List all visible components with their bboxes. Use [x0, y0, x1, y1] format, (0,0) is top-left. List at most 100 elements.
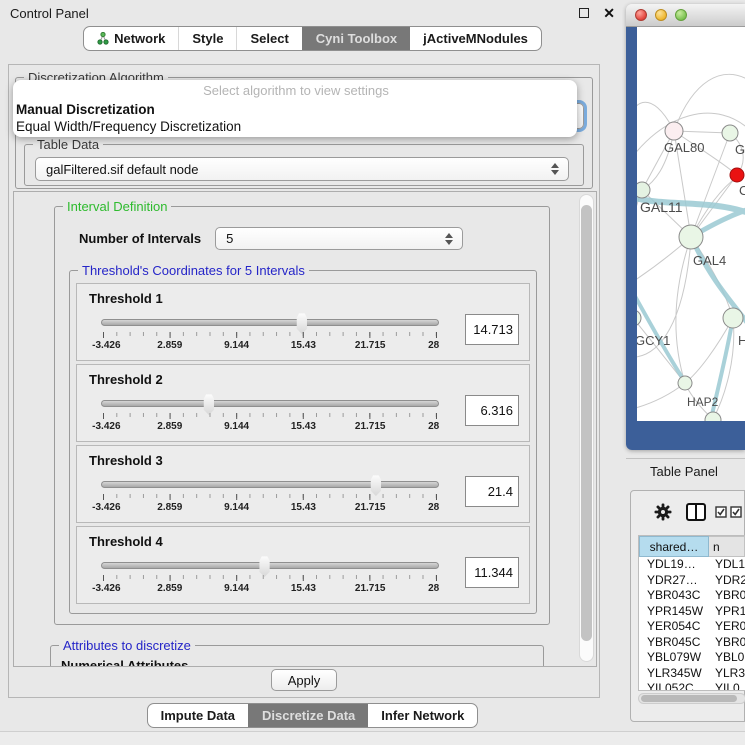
- node-gal80: [665, 122, 683, 140]
- cell[interactable]: YIL052C: [639, 681, 709, 691]
- threshold-4-slider[interactable]: -3.426 2.859 9.144 15.43 21.715 28: [101, 553, 449, 597]
- tab-discretize-data[interactable]: Discretize Data: [248, 704, 368, 727]
- cell[interactable]: YDL1: [709, 557, 745, 573]
- tick-label: 15.43: [291, 340, 316, 351]
- table-row[interactable]: YBR045C YBR0: [639, 635, 745, 651]
- cell[interactable]: YER054C: [639, 619, 709, 635]
- slider-track[interactable]: [101, 481, 439, 488]
- menu-item-equal-width-frequency[interactable]: Equal Width/Frequency Discretization: [15, 118, 577, 135]
- threshold-1-slider[interactable]: -3.426 2.859 9.144 15.43 21.715 28: [101, 310, 449, 354]
- menu-item-manual-discretization[interactable]: Manual Discretization: [15, 101, 577, 118]
- tick-label: 28: [428, 583, 439, 594]
- panel-title: Control Panel: [10, 6, 89, 21]
- tab-select-label: Select: [250, 31, 288, 46]
- cell[interactable]: YBL079W: [639, 650, 709, 666]
- threshold-3-slider[interactable]: -3.426 2.859 9.144 15.43 21.715 28: [101, 472, 449, 516]
- vertical-scrollbar-thumb[interactable]: [581, 205, 592, 641]
- tick-label: 2.859: [157, 583, 182, 594]
- slider-track[interactable]: [101, 319, 439, 326]
- threshold-3-value-field[interactable]: 21.4: [465, 476, 519, 507]
- gear-icon[interactable]: [654, 503, 672, 521]
- column-header-shared-name[interactable]: shared…: [639, 536, 709, 557]
- network-window-frame: GAL80 G GAL11 C GAL4 GCY1 H HAP2: [626, 27, 745, 450]
- table-row[interactable]: YBR043C YBR0: [639, 588, 745, 604]
- table-data-combobox[interactable]: galFiltered.sif default node: [35, 157, 569, 181]
- tick-label: 9.144: [224, 340, 249, 351]
- horizontal-scrollbar-thumb[interactable]: [641, 695, 737, 702]
- number-of-intervals-spinner[interactable]: 5: [215, 227, 463, 250]
- cell[interactable]: YDR27…: [639, 573, 709, 589]
- table-row[interactable]: YER054C YER0: [639, 619, 745, 635]
- column-header-name[interactable]: n: [709, 536, 745, 557]
- table-panel-titlebar: Table Panel: [626, 458, 745, 483]
- tick-label: 2.859: [157, 421, 182, 432]
- control-panel-window: Control Panel ✕ Network Style Select: [0, 0, 625, 745]
- network-canvas[interactable]: GAL80 G GAL11 C GAL4 GCY1 H HAP2: [637, 27, 745, 421]
- tab-style[interactable]: Style: [178, 27, 236, 50]
- tab-cyni-toolbox[interactable]: Cyni Toolbox: [302, 27, 410, 50]
- tab-select[interactable]: Select: [236, 27, 301, 50]
- threshold-4-value-field[interactable]: 11.344: [465, 557, 519, 588]
- checkbox-checked-icon[interactable]: [715, 506, 728, 518]
- close-traffic-light-icon[interactable]: [635, 9, 647, 21]
- cell[interactable]: YBR0: [709, 588, 745, 604]
- checkbox-checked-icon[interactable]: [730, 506, 743, 518]
- tab-cyni-toolbox-label: Cyni Toolbox: [316, 31, 397, 46]
- cell[interactable]: YIL0: [709, 681, 745, 691]
- tab-jactivemnodules[interactable]: jActiveMNodules: [410, 27, 541, 50]
- apply-button[interactable]: Apply: [271, 669, 337, 691]
- slider-ticks: [103, 575, 437, 581]
- table-row[interactable]: YBL079W YBL0: [639, 650, 745, 666]
- cell[interactable]: YER0: [709, 619, 745, 635]
- minimize-traffic-light-icon[interactable]: [655, 9, 667, 21]
- tick-label: 15.43: [291, 583, 316, 594]
- slider-track[interactable]: [101, 400, 439, 407]
- cell[interactable]: YLR3: [709, 666, 745, 682]
- table-data-value: galFiltered.sif default node: [46, 162, 198, 177]
- threshold-1-value-field[interactable]: 14.713: [465, 314, 519, 345]
- tab-infer-network[interactable]: Infer Network: [368, 704, 477, 727]
- node-label-partial-right: C: [739, 183, 745, 198]
- table-row[interactable]: YIL052C YIL0: [639, 681, 745, 691]
- slider-track[interactable]: [101, 562, 439, 569]
- threshold-2-slider[interactable]: -3.426 2.859 9.144 15.43 21.715 28: [101, 391, 449, 435]
- horizontal-scrollbar[interactable]: [638, 693, 745, 704]
- cell[interactable]: YPR1: [709, 604, 745, 620]
- zoom-traffic-light-icon[interactable]: [675, 9, 687, 21]
- table-row[interactable]: YPR145W YPR1: [639, 604, 745, 620]
- close-icon[interactable]: ✕: [603, 8, 615, 18]
- algorithm-hint-text: Select algorithm to view settings: [15, 83, 577, 101]
- split-table-icon[interactable]: [686, 503, 706, 521]
- cell[interactable]: YDR2: [709, 573, 745, 589]
- threshold-4-panel: Threshold 4 -3.426 2.859 9.144 1: [76, 526, 530, 604]
- slider-tick-labels: -3.426 2.859 9.144 15.43 21.715 28: [103, 583, 437, 595]
- float-window-icon[interactable]: [579, 8, 589, 18]
- combo-arrows-icon: [551, 163, 559, 175]
- threshold-2-value-field[interactable]: 6.316: [465, 395, 519, 426]
- cell[interactable]: YLR345W: [639, 666, 709, 682]
- tab-network[interactable]: Network: [84, 27, 178, 50]
- number-of-intervals-value: 5: [226, 231, 233, 246]
- table-row[interactable]: YLR345W YLR3: [639, 666, 745, 682]
- slider-ticks: [103, 413, 437, 419]
- tick-label: -3.426: [92, 340, 120, 351]
- cell[interactable]: YBR043C: [639, 588, 709, 604]
- threshold-2-panel: Threshold 2 -3.426 2.859 9.144 1: [76, 364, 530, 442]
- cell[interactable]: YBL0: [709, 650, 745, 666]
- threshold-coordinates-label: Threshold's Coordinates for 5 Intervals: [78, 263, 309, 278]
- spinner-arrows-icon: [445, 233, 453, 245]
- tick-label: -3.426: [92, 583, 120, 594]
- vertical-scrollbar[interactable]: [579, 194, 594, 662]
- table-row[interactable]: YDL19… YDL1: [639, 557, 745, 573]
- table-row[interactable]: YDR27… YDR2: [639, 573, 745, 589]
- table-panel-title: Table Panel: [650, 464, 718, 479]
- tick-label: 21.715: [355, 421, 386, 432]
- cell[interactable]: YBR045C: [639, 635, 709, 651]
- tab-impute-data[interactable]: Impute Data: [148, 704, 248, 727]
- tick-label: 28: [428, 340, 439, 351]
- cell[interactable]: YBR0: [709, 635, 745, 651]
- network-icon: [97, 32, 109, 45]
- cell[interactable]: YPR145W: [639, 604, 709, 620]
- cell[interactable]: YDL19…: [639, 557, 709, 573]
- network-view-window: GAL80 G GAL11 C GAL4 GCY1 H HAP2: [626, 4, 745, 450]
